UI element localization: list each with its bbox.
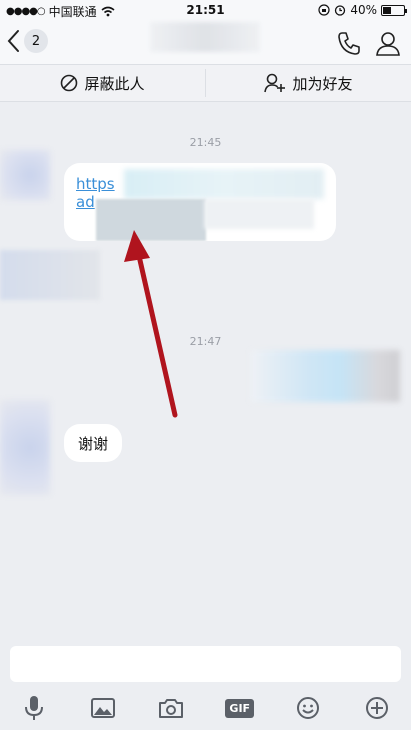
- emoji-button[interactable]: [292, 692, 324, 724]
- gif-button[interactable]: GIF: [224, 692, 256, 724]
- plus-circle-icon: [365, 697, 388, 719]
- microphone-icon: [25, 696, 44, 720]
- image-button[interactable]: [87, 692, 119, 724]
- more-button[interactable]: [361, 692, 393, 724]
- message-input[interactable]: [10, 646, 401, 682]
- camera-button[interactable]: [155, 692, 187, 724]
- camera-icon: [159, 699, 184, 718]
- voice-button[interactable]: [18, 692, 50, 724]
- emoji-icon: [297, 697, 320, 719]
- annotation-arrow: [124, 230, 178, 418]
- gif-icon: GIF: [225, 698, 255, 718]
- input-toolbar: GIF: [0, 686, 411, 730]
- image-icon: [90, 698, 115, 718]
